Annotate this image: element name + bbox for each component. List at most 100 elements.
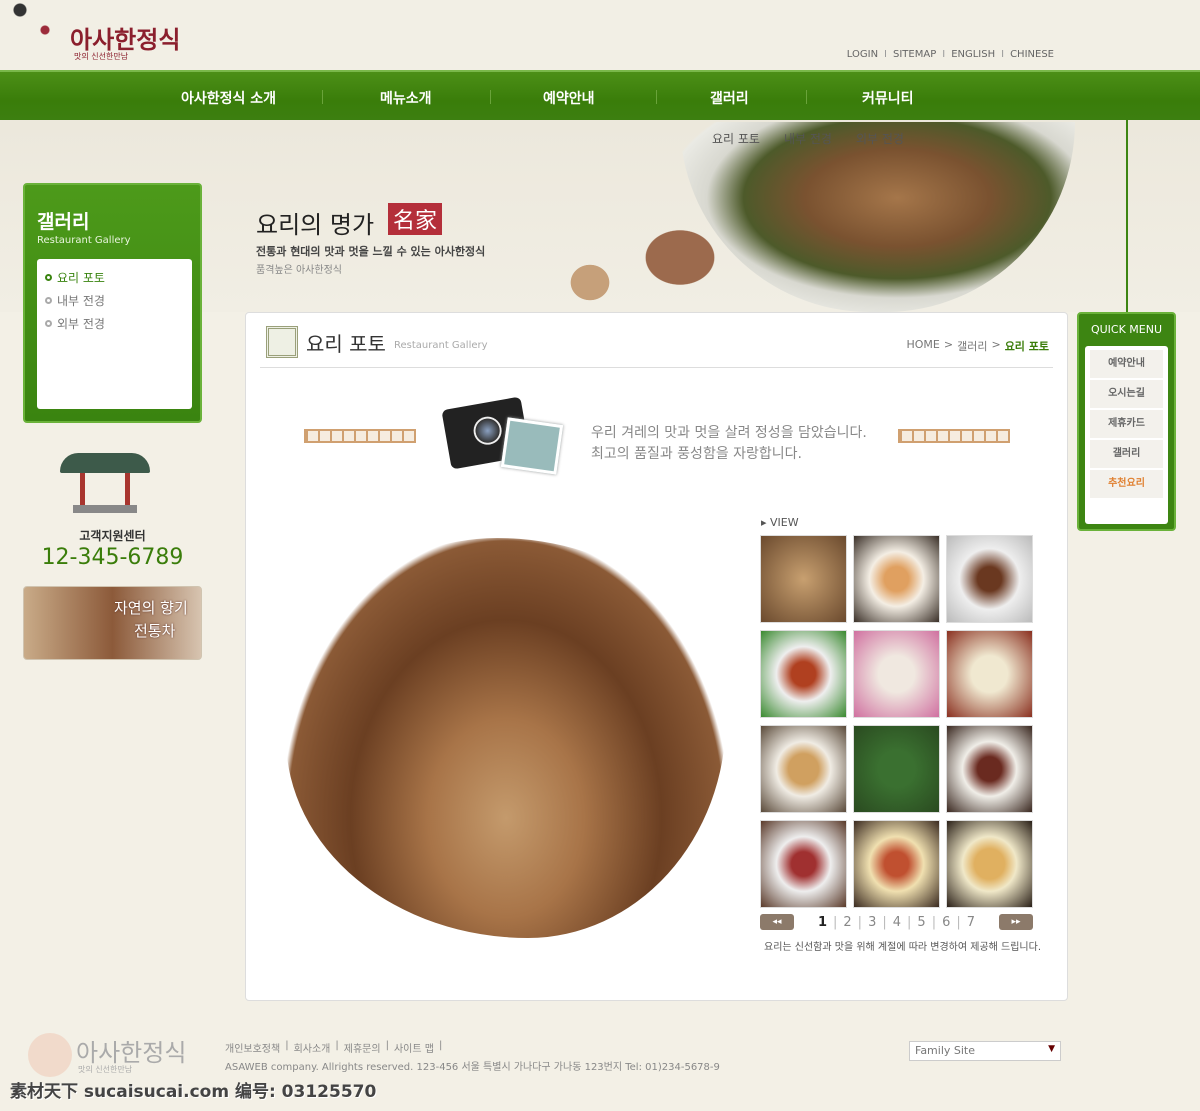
page-2[interactable]: 2 [843,915,851,930]
sidebar-item-label: 외부 전경 [57,317,105,331]
sidebar-item-label: 내부 전경 [57,294,105,308]
thumbnail-grid [760,535,1033,908]
sidebar-subtitle: Restaurant Gallery [37,235,131,246]
breadcrumb-home[interactable]: HOME [907,338,940,354]
teapot-image [620,210,740,305]
sub-menu-exterior[interactable]: 외부 전경 [856,130,904,147]
quick-menu-string [1126,120,1128,312]
banner-hanja: 名家 [388,203,443,235]
content-panel: 요리 포토 Restaurant Gallery HOME > 갤러리 > 요리 포… [245,312,1068,1001]
quick-recommended[interactable]: 추천요리 [1090,470,1163,498]
page-7[interactable]: 7 [967,915,975,930]
footer-links: 개인보호정책 | 회사소개 | 제휴문의 | 사이트 맵 | [225,1040,443,1055]
bullet-icon [45,297,52,304]
page-4[interactable]: 4 [893,915,901,930]
thumbnail[interactable] [946,630,1033,718]
footer-copyright: ASAWEB company. Allrights reserved. 123-… [225,1062,720,1073]
footer-about-link[interactable]: 회사소개 [294,1040,331,1055]
nav-item-reservation[interactable]: 예약안내 [543,88,595,108]
english-link[interactable]: ENGLISH [951,49,995,60]
sitemap-link[interactable]: SITEMAP [893,49,936,60]
tea-banner-text: 자연의 향기전통차 [114,597,188,642]
chinese-link[interactable]: CHINESE [1010,49,1054,60]
customer-center-phone: 12-345-6789 [41,545,184,570]
quick-partner-card[interactable]: 제휴카드 [1090,410,1163,438]
main-nav: 아사한정식 소개 메뉴소개 예약안내 갤러리 커뮤니티 [0,70,1200,120]
footer-privacy-link[interactable]: 개인보호정책 [225,1040,280,1055]
logo-subtitle: 맛의 신선한만남 [74,52,129,61]
gallery-note: 요리는 신선함과 맛을 위해 계절에 따라 변경하여 제공해 드립니다. [764,942,1042,953]
pagination: ◂◂ 1 | 2 | 3 | 4 | 5 | 6 | 7 ▸▸ [760,914,1033,930]
family-site-select[interactable]: Family Site ▼ [909,1041,1061,1061]
quick-reservation[interactable]: 예약안내 [1090,350,1163,378]
traditional-tea-banner[interactable]: 자연의 향기전통차 [23,586,202,660]
dropdown-arrow-icon: ▼ [1048,1044,1055,1054]
sidebar-item-exterior[interactable]: 외부 전경 [45,315,184,332]
intro-line2: 최고의 품질과 풍성함을 자랑합니다. [591,446,802,462]
tea-banner-line1: 자연의 향기 [114,599,188,617]
thumbnail[interactable] [760,820,847,908]
view-label: ▸ VIEW [761,516,799,529]
nav-item-gallery[interactable]: 갤러리 [710,88,749,108]
utility-links: LOGIN I SITEMAP I ENGLISH I CHINESE [846,49,1054,60]
footer-partnership-link[interactable]: 제휴문의 [344,1040,381,1055]
page-3[interactable]: 3 [868,915,876,930]
prev-page-button[interactable]: ◂◂ [760,914,794,930]
nav-item-intro[interactable]: 아사한정식 소개 [181,88,276,108]
sidebar-item-food-photo[interactable]: 요리 포토 [45,269,184,286]
page-title: 요리 포토 [306,332,386,356]
tea-cup-image [560,255,620,310]
thumbnail[interactable] [853,820,940,908]
tea-banner-line2: 전통차 [134,621,176,640]
quick-directions[interactable]: 오시는길 [1090,380,1163,408]
bullet-icon [45,320,52,327]
sidebar-list: 요리 포토 내부 전경 외부 전경 [37,259,192,409]
quick-menu-list: 예약안내 오시는길 제휴카드 갤러리 추천요리 [1085,346,1168,524]
sub-menu-food-photo[interactable]: 요리 포토 [712,130,760,147]
thumbnail[interactable] [760,630,847,718]
breadcrumb-current: 요리 포토 [1004,340,1049,353]
thumbnail[interactable] [946,725,1033,813]
logo[interactable]: 아사한정식 [70,20,180,55]
header: 아사한정식 맛의 신선한만남 LOGIN I SITEMAP I ENGLISH I … [0,0,1200,70]
nav-item-menu[interactable]: 메뉴소개 [380,88,432,108]
bullet-icon [45,274,52,281]
sidebar-title: 갤러리 [37,211,90,233]
photos-icon [500,417,564,475]
thumbnail[interactable] [760,535,847,623]
thumbnail[interactable] [853,630,940,718]
pattern-ornament-right [898,429,1010,443]
login-link[interactable]: LOGIN [847,49,878,60]
quick-menu: QUICK MENU 예약안내 오시는길 제휴카드 갤러리 추천요리 [1077,312,1176,531]
page-1[interactable]: 1 [818,915,827,930]
footer-logo: 아사한정식 [76,1039,187,1067]
sub-menu-interior[interactable]: 내부 전경 [784,130,832,147]
divider [260,367,1053,368]
next-page-button[interactable]: ▸▸ [998,914,1033,930]
sidebar-menu: 갤러리 Restaurant Gallery 요리 포토 내부 전경 외부 전경 [23,183,202,423]
quick-menu-title: QUICK MENU [1090,323,1163,336]
banner-title: 요리의 명가 [256,211,375,239]
footer-emblem-icon [28,1033,72,1077]
page-title-en: Restaurant Gallery [394,340,488,351]
page-6[interactable]: 6 [942,915,950,930]
nav-item-community[interactable]: 커뮤니티 [862,88,914,108]
sidebar-item-interior[interactable]: 내부 전경 [45,292,184,309]
thumbnail[interactable] [853,535,940,623]
watermark: 素材天下 sucaisucai.com 编号: 03125570 [10,1082,377,1102]
page-5[interactable]: 5 [917,915,925,930]
quick-gallery[interactable]: 갤러리 [1090,440,1163,468]
breadcrumb: HOME > 갤러리 > 요리 포토 [906,338,1050,354]
banner-subtitle: 전통과 현대의 맛과 멋을 느낄 수 있는 아사한정식 [256,245,486,258]
pattern-ornament-left [304,429,416,443]
plum-branch-logo-art [0,0,70,40]
family-site-value: Family Site [915,1044,976,1057]
thumbnail[interactable] [853,725,940,813]
sidebar-item-label: 요리 포토 [57,271,105,285]
breadcrumb-gallery[interactable]: 갤러리 [957,338,987,354]
footer-sitemap-link[interactable]: 사이트 맵 [394,1040,434,1055]
thumbnail[interactable] [760,725,847,813]
banner-tagline: 품격높은 아사한정식 [256,265,342,276]
thumbnail[interactable] [946,535,1033,623]
thumbnail[interactable] [946,820,1033,908]
